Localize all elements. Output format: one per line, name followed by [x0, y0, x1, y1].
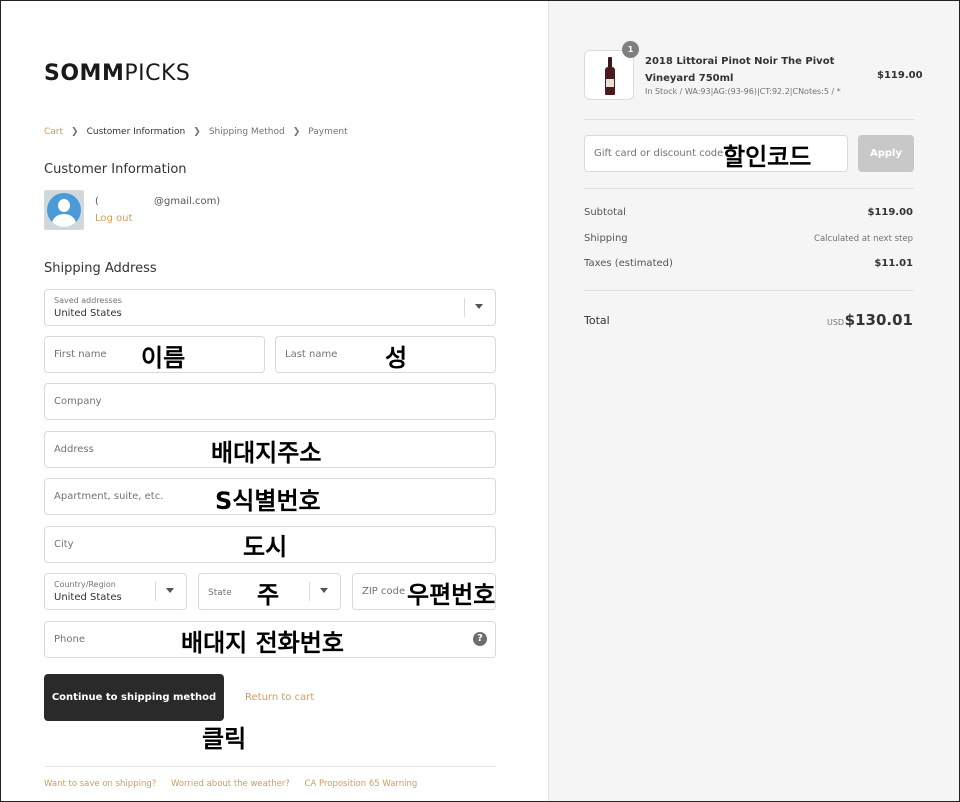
saved-addresses-select[interactable]: Saved addresses United States [44, 289, 496, 326]
logout-link[interactable]: Log out [95, 213, 132, 224]
continue-to-shipping-button[interactable]: Continue to shipping method [44, 674, 224, 721]
logo-light: PICKS [124, 61, 191, 86]
footer-divider [44, 766, 496, 767]
subtotal-value: $119.00 [867, 207, 913, 218]
wine-bottle-icon [605, 57, 615, 95]
country-value: United States [54, 592, 122, 603]
annotation-first-name: 이름 [141, 344, 186, 372]
chevron-right-icon: ❯ [71, 127, 79, 137]
product-price: $119.00 [877, 70, 923, 81]
customer-information-heading: Customer Information [44, 162, 187, 177]
apply-button[interactable]: Apply [858, 135, 914, 172]
annotation-apartment: S식별번호 [215, 487, 321, 515]
breadcrumb-shipping-method: Shipping Method [208, 127, 285, 137]
breadcrumb-customer-information: Customer Information [86, 127, 186, 137]
zip-code-placeholder: ZIP code [362, 586, 406, 597]
quantity-badge: 1 [622, 41, 639, 58]
product-name: 2018 Littorai Pinot Noir The Pivot Viney… [645, 56, 835, 84]
chevron-down-icon [320, 588, 328, 593]
product-thumbnail [584, 50, 634, 100]
company-placeholder: Company [54, 396, 102, 407]
saved-addresses-value: United States [54, 308, 122, 319]
taxes-label: Taxes (estimated) [584, 258, 673, 269]
footer-links: Want to save on shipping? Worried about … [44, 779, 429, 789]
total-currency: USD [827, 318, 845, 327]
logo-bold: SOMM [44, 61, 125, 86]
footer-link-prop65[interactable]: CA Proposition 65 Warning [305, 779, 418, 789]
shipping-label: Shipping [584, 233, 628, 244]
first-name-placeholder: First name [54, 349, 107, 360]
shipping-address-heading: Shipping Address [44, 261, 157, 276]
annotation-address: 배대지주소 [211, 439, 322, 467]
chevron-down-icon [166, 588, 174, 593]
checkout-main: SOMMPICKS Cart ❯ Customer Information ❯ … [1, 1, 548, 801]
subtotal-label: Subtotal [584, 207, 626, 218]
address-placeholder: Address [54, 444, 94, 455]
phone-placeholder: Phone [54, 634, 85, 645]
annotation-click: 클릭 [202, 725, 247, 753]
chevron-down-icon [475, 304, 483, 309]
annotation-state: 주 [257, 581, 280, 609]
total-label: Total [584, 314, 610, 327]
breadcrumb-cart[interactable]: Cart [44, 127, 63, 137]
annotation-phone: 배대지 전화번호 [181, 629, 344, 657]
shipping-value: Calculated at next step [814, 234, 913, 244]
taxes-value: $11.01 [874, 258, 913, 269]
summary-divider [584, 188, 914, 189]
annotation-discount: 할인코드 [723, 143, 812, 171]
total-amount: $130.01 [844, 311, 913, 329]
footer-link-shipping[interactable]: Want to save on shipping? [44, 779, 156, 789]
chevron-right-icon: ❯ [292, 127, 301, 137]
country-label: Country/Region [54, 580, 116, 589]
user-icon [47, 193, 81, 227]
breadcrumb-payment: Payment [308, 127, 348, 137]
discount-code-placeholder: Gift card or discount code [594, 148, 724, 159]
annotation-last-name: 성 [385, 344, 408, 372]
summary-divider [584, 119, 914, 120]
apartment-placeholder: Apartment, suite, etc. [54, 491, 164, 502]
product-meta: In Stock / WA:93|AG:(93-96)|CT:92.2|CNot… [645, 87, 841, 96]
country-select[interactable]: Country/Region United States [44, 573, 187, 610]
saved-addresses-label: Saved addresses [54, 296, 122, 305]
state-placeholder: State [208, 588, 232, 598]
order-summary: 1 2018 Littorai Pinot Noir The Pivot Vin… [548, 1, 959, 801]
customer-email: @gmail.com) [154, 196, 221, 207]
chevron-right-icon: ❯ [193, 127, 201, 137]
company-field[interactable]: Company [44, 383, 496, 420]
last-name-placeholder: Last name [285, 349, 338, 360]
customer-name: ( [95, 196, 99, 207]
footer-link-weather[interactable]: Worried about the weather? [171, 779, 290, 789]
store-logo[interactable]: SOMMPICKS [44, 61, 190, 86]
help-icon[interactable]: ? [473, 632, 487, 646]
return-to-cart-link[interactable]: Return to cart [245, 692, 314, 703]
avatar [44, 190, 84, 230]
annotation-zip: 우편번호 [407, 581, 496, 609]
breadcrumb: Cart ❯ Customer Information ❯ Shipping M… [44, 127, 356, 137]
summary-divider [584, 290, 914, 291]
annotation-city: 도시 [243, 533, 288, 561]
city-placeholder: City [54, 539, 74, 550]
